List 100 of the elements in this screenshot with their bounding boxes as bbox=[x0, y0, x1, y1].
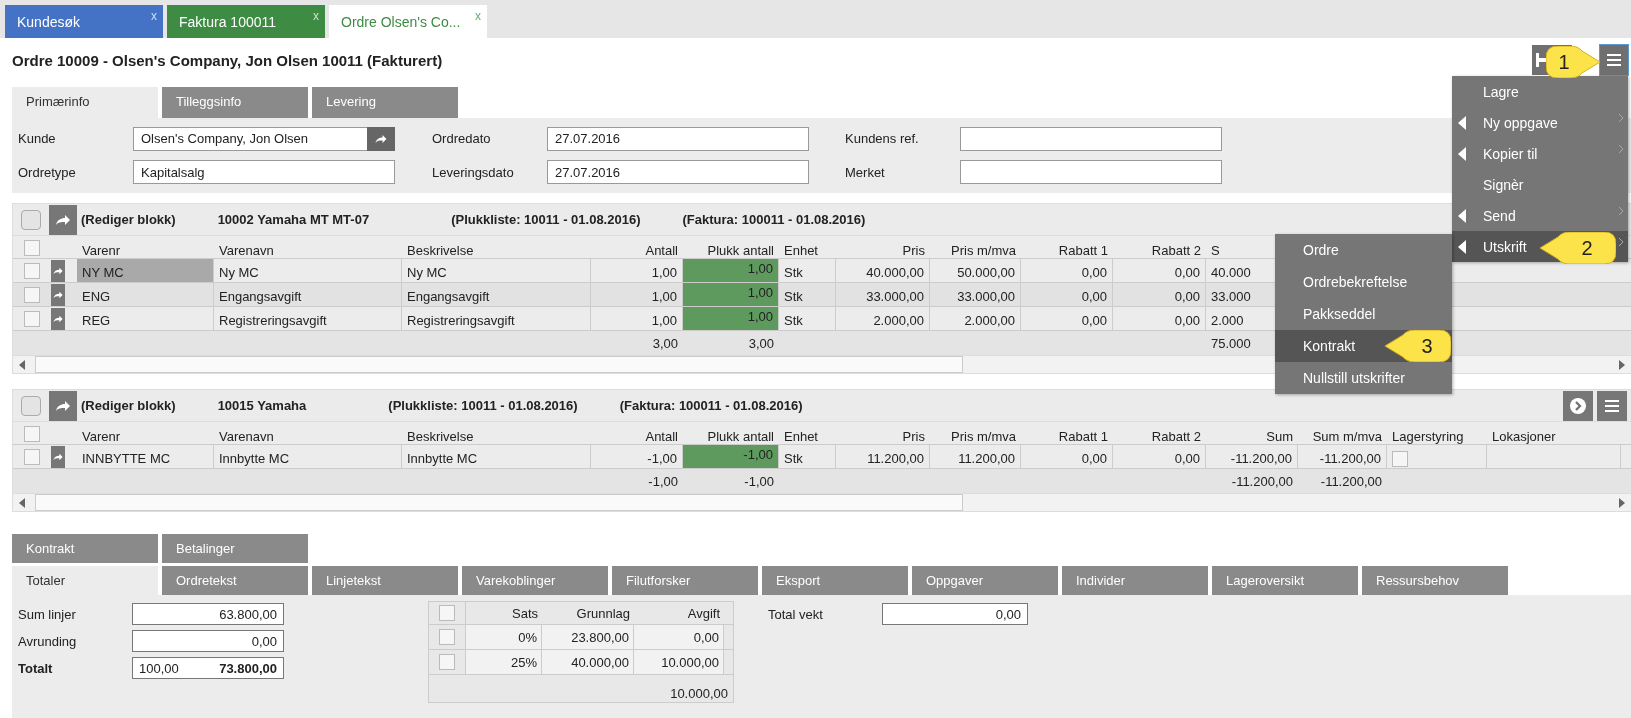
input-field[interactable]: 100,00 73.800,00 bbox=[132, 657, 284, 679]
column-header[interactable]: Rabatt 1 bbox=[1058, 243, 1108, 258]
column-header[interactable]: Lagerstyring bbox=[1392, 429, 1464, 444]
input-field[interactable]: 63.800,00 bbox=[132, 603, 284, 625]
table-cell[interactable]: 2.000,00 bbox=[930, 307, 1021, 330]
column-header[interactable]: Enhet bbox=[784, 243, 818, 258]
table-cell[interactable]: Registreringsavgift bbox=[214, 307, 402, 330]
invoice-label: (Faktura: 100011 - 01.08.2016) bbox=[619, 398, 803, 413]
table-cell[interactable]: 0,00 bbox=[1021, 283, 1113, 306]
column-header[interactable]: S bbox=[1211, 243, 1220, 258]
pick-cell[interactable]: 1,00 bbox=[683, 259, 779, 282]
pick-cell[interactable]: -1,00 bbox=[683, 445, 779, 468]
column-header[interactable]: Beskrivelse bbox=[407, 429, 474, 444]
column-header[interactable]: Antall bbox=[645, 429, 678, 444]
table-cell[interactable]: 11.200,00 bbox=[930, 445, 1021, 468]
table-cell[interactable]: 0,00 bbox=[1021, 445, 1113, 468]
table-cell[interactable]: 40.000,00 bbox=[836, 259, 930, 282]
table-cell[interactable]: Ny MC bbox=[402, 259, 591, 282]
table-cell: 40.000,00 bbox=[542, 650, 634, 674]
column-header[interactable]: Beskrivelse bbox=[407, 243, 474, 258]
table-cell[interactable]: 0,00 bbox=[1113, 307, 1206, 330]
column-header[interactable]: Pris m/mva bbox=[951, 429, 1016, 444]
menu-item[interactable]: Send bbox=[1452, 200, 1628, 231]
column-total: 75.000 bbox=[1211, 335, 1251, 351]
column-header[interactable]: Sum m/mva bbox=[1312, 429, 1382, 444]
callout-tooltip: 3 bbox=[1385, 330, 1451, 362]
table-cell[interactable]: 0,00 bbox=[1021, 259, 1113, 282]
input-field[interactable]: Kapitalsalg bbox=[133, 160, 395, 185]
table-cell[interactable]: Stk bbox=[779, 307, 836, 330]
edit-block-link[interactable]: (Rediger blokk) bbox=[81, 398, 176, 413]
column-header[interactable]: Varenavn bbox=[219, 243, 274, 258]
pick-cell[interactable]: 1,00 bbox=[683, 307, 779, 330]
document-tab[interactable]: Kundesøk x bbox=[5, 5, 163, 38]
table-cell[interactable]: 0,00 bbox=[1113, 259, 1206, 282]
column-header[interactable]: Rabatt 2 bbox=[1151, 429, 1201, 444]
field-label: Total vekt bbox=[768, 606, 824, 622]
section-tab[interactable]: Totaler bbox=[12, 566, 158, 595]
menu-item[interactable]: Ny oppgave bbox=[1452, 107, 1628, 138]
table-cell[interactable]: Stk bbox=[779, 445, 836, 468]
table-cell[interactable]: Innbytte MC bbox=[214, 445, 402, 468]
column-header[interactable]: Pris bbox=[902, 429, 925, 444]
column-header[interactable]: Pris m/mva bbox=[951, 243, 1016, 258]
column-header[interactable]: Pris bbox=[902, 243, 925, 258]
column-header[interactable]: Varenr bbox=[82, 429, 121, 444]
table-cell[interactable]: Stk bbox=[779, 259, 836, 282]
menu-item[interactable]: Nullstill utskrifter bbox=[1275, 362, 1452, 394]
table-cell[interactable]: Engangsavgift bbox=[402, 283, 591, 306]
table-cell[interactable]: 2.000,00 bbox=[836, 307, 930, 330]
field-label: Ordretype bbox=[18, 164, 77, 180]
column-header[interactable]: Lokasjoner bbox=[1492, 429, 1556, 444]
column-total: -1,00 bbox=[648, 473, 678, 489]
table-cell[interactable]: -11.200,00 bbox=[1298, 445, 1387, 468]
column-header[interactable]: Rabatt 2 bbox=[1151, 243, 1201, 258]
column-total: -11.200,00 bbox=[1320, 473, 1382, 489]
input-field[interactable]: 0,00 bbox=[132, 630, 284, 652]
table-cell[interactable]: ENG bbox=[77, 283, 214, 306]
edit-block-link[interactable]: (Rediger blokk) bbox=[81, 212, 176, 227]
pick-cell[interactable]: 1,00 bbox=[683, 283, 779, 306]
document-tab[interactable]: Faktura 100011 x bbox=[167, 5, 325, 38]
table-cell[interactable]: 33.000,00 bbox=[930, 283, 1021, 306]
table-cell[interactable]: 33.000,00 bbox=[836, 283, 930, 306]
table-cell[interactable]: Ny MC bbox=[214, 259, 402, 282]
table-cell[interactable]: Registreringsavgift bbox=[402, 307, 591, 330]
field-label: Totalt bbox=[18, 660, 54, 676]
input-field[interactable]: Olsen's Company, Jon Olsen bbox=[133, 126, 395, 151]
input-field[interactable]: 27.07.2016 bbox=[547, 126, 809, 151]
document-tab[interactable]: Ordre Olsen's Co... x bbox=[329, 5, 487, 38]
column-header[interactable]: Plukk antall bbox=[707, 429, 774, 444]
column-header[interactable]: Varenr bbox=[82, 243, 121, 258]
table-cell[interactable]: 0,00 bbox=[1113, 445, 1206, 468]
block-title: 10002 Yamaha MT MT-07 bbox=[217, 212, 370, 227]
table-cell[interactable]: -11.200,00 bbox=[1206, 445, 1298, 468]
close-icon[interactable]: x bbox=[151, 9, 157, 23]
table-cell[interactable]: Innbytte MC bbox=[402, 445, 591, 468]
column-total: 3,00 bbox=[748, 335, 774, 351]
form-tab[interactable]: Primærinfo bbox=[12, 87, 158, 118]
table-cell[interactable]: 50.000,00 bbox=[930, 259, 1021, 282]
menu-item[interactable]: Signèr bbox=[1452, 169, 1628, 200]
table-cell[interactable]: NY MC bbox=[77, 259, 214, 282]
column-header[interactable]: Plukk antall bbox=[707, 243, 774, 258]
input-field[interactable]: 0,00 bbox=[882, 603, 1028, 625]
menu-item[interactable]: Lagre bbox=[1452, 76, 1628, 107]
table-cell[interactable]: Engangsavgift bbox=[214, 283, 402, 306]
table-cell: 25% bbox=[466, 650, 542, 674]
column-header[interactable]: Rabatt 1 bbox=[1058, 429, 1108, 444]
column-header[interactable]: Sum bbox=[1266, 429, 1293, 444]
column-header[interactable]: Enhet bbox=[784, 429, 818, 444]
table-cell[interactable]: 0,00 bbox=[1021, 307, 1113, 330]
table-cell[interactable]: INNBYTTE MC bbox=[77, 445, 214, 468]
column-header[interactable]: Varenavn bbox=[219, 429, 274, 444]
menu-item[interactable]: Kopier til bbox=[1452, 138, 1628, 169]
table-cell[interactable]: 0,00 bbox=[1113, 283, 1206, 306]
column-header[interactable]: Antall bbox=[645, 243, 678, 258]
table-cell[interactable]: REG bbox=[77, 307, 214, 330]
callout-tooltip: 2 bbox=[1540, 232, 1616, 264]
field-label: Ordredato bbox=[432, 131, 492, 147]
field-label: Avrunding bbox=[18, 633, 78, 649]
table-cell[interactable]: Stk bbox=[779, 283, 836, 306]
table-cell[interactable]: 11.200,00 bbox=[836, 445, 930, 468]
input-field[interactable]: 27.07.2016 bbox=[547, 160, 809, 185]
